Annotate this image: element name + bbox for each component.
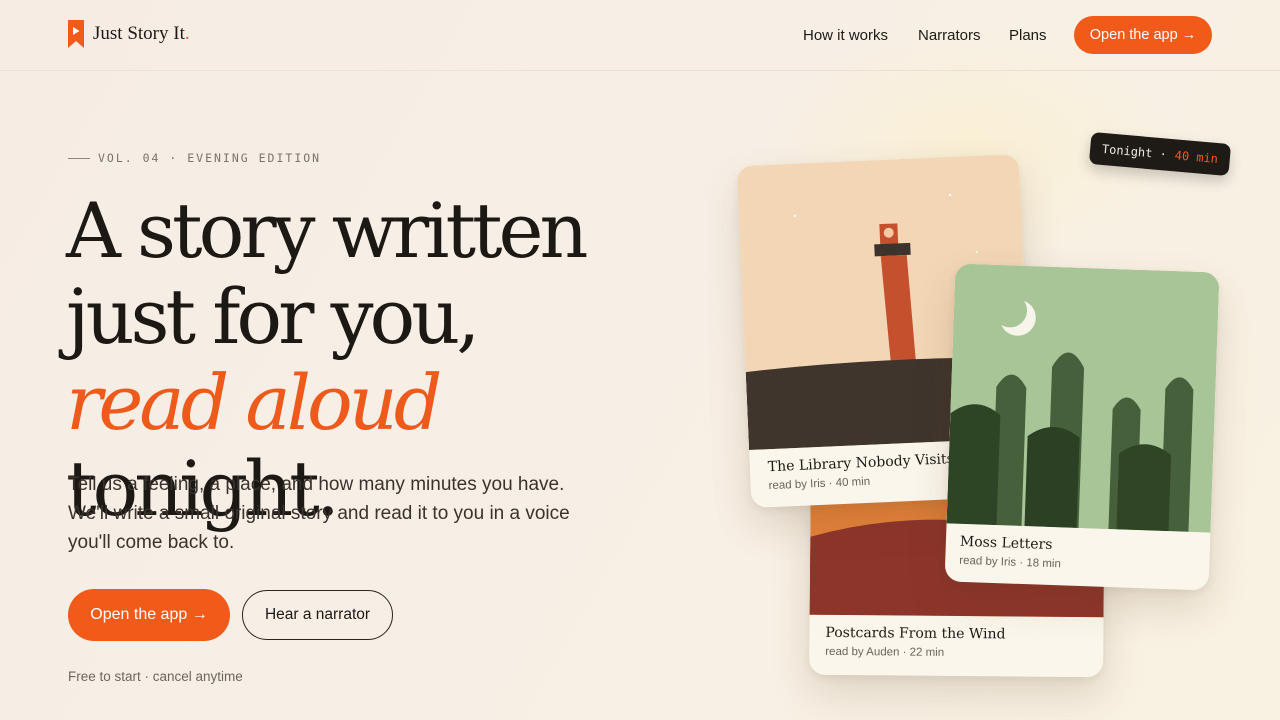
nav-how-it-works[interactable]: How it works <box>803 27 888 44</box>
open-app-button[interactable]: Open the app → <box>68 589 230 641</box>
open-app-header-button[interactable]: Open the app → <box>1074 16 1212 54</box>
logo[interactable]: Just Story It. <box>68 20 190 48</box>
card-meta: read by Auden · 22 min <box>825 645 945 659</box>
logo-text: Just Story It. <box>93 23 190 44</box>
bookmark-play-icon <box>68 20 84 48</box>
pill-time: 40 min <box>1174 148 1219 167</box>
hero-description: Tell us a feeling, a place, and how many… <box>68 474 570 553</box>
moon-forest-illustration <box>946 263 1220 533</box>
fineprint: Free to start · cancel anytime <box>68 669 243 684</box>
nav-narrators[interactable]: Narrators <box>918 27 981 44</box>
tonight-duration-pill: Tonight · 40 min <box>1088 131 1232 177</box>
site-header: Just Story It. How it works Narrators Pl… <box>0 0 1280 71</box>
eyebrow-rule <box>68 157 90 159</box>
headline-accent: read aloud <box>66 358 442 447</box>
pill-label: Tonight · <box>1101 141 1168 162</box>
nav-plans[interactable]: Plans <box>1009 27 1047 44</box>
card-footer: Postcards From the Wind read by Auden · … <box>809 615 1104 678</box>
hear-narrator-button[interactable]: Hear a narrator <box>242 590 393 640</box>
card-footer: Moss Letters read by Iris · 18 min <box>945 523 1211 590</box>
eyebrow-text: VOL. 04 · EVENING EDITION <box>98 151 322 165</box>
card-title: Moss Letters <box>959 533 1053 554</box>
eyebrow: VOL. 04 · EVENING EDITION <box>68 151 321 165</box>
card-title: Postcards From the Wind <box>825 624 1006 643</box>
card-meta: read by Iris · 18 min <box>959 554 1062 571</box>
story-card-moss[interactable]: Moss Letters read by Iris · 18 min <box>944 263 1220 591</box>
